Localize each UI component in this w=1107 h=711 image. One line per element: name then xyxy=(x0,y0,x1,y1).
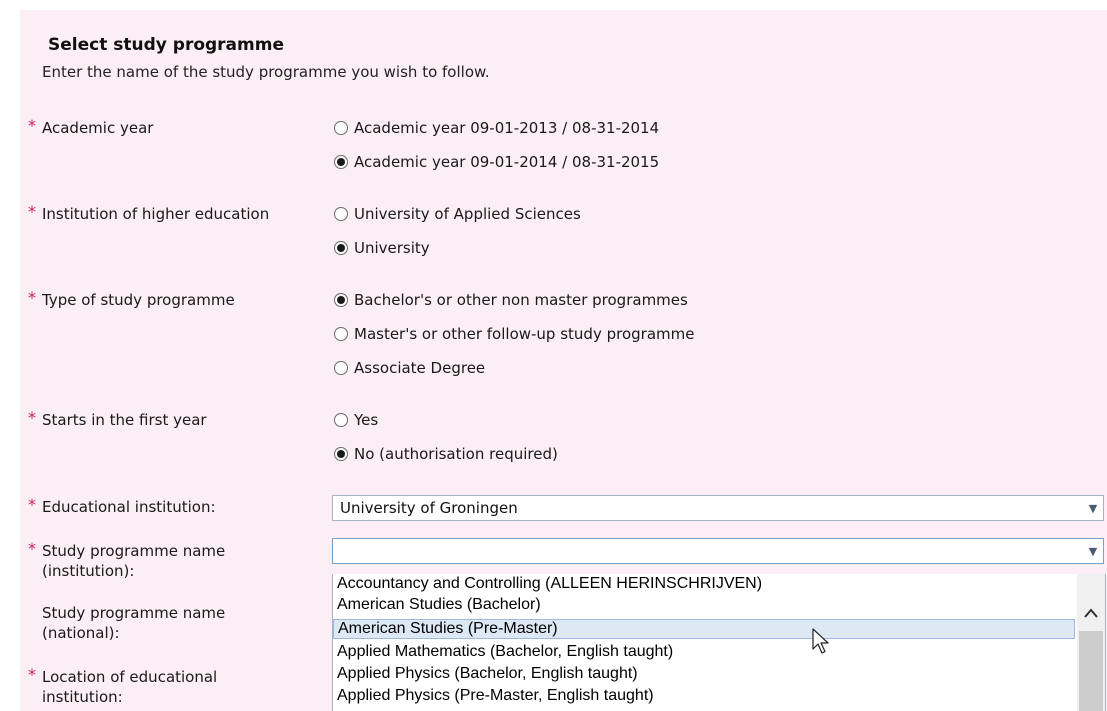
radio-button[interactable] xyxy=(334,121,348,135)
programme-type-option-2[interactable]: Master's or other follow-up study progra… xyxy=(334,323,694,345)
required-mark: * xyxy=(28,408,36,427)
first-year-option-yes[interactable]: Yes xyxy=(334,409,378,431)
required-mark: * xyxy=(28,288,36,307)
dropdown-option[interactable]: Applied Mathematics (Bachelor, English t… xyxy=(337,642,673,662)
chevron-down-icon[interactable]: ▼ xyxy=(1083,496,1103,520)
scrollbar-thumb[interactable] xyxy=(1079,631,1103,711)
required-mark: * xyxy=(28,495,36,514)
required-mark: * xyxy=(28,116,36,135)
educational-institution-label: Educational institution: xyxy=(42,498,216,516)
institution-type-option-1[interactable]: University of Applied Sciences xyxy=(334,203,581,225)
form-title: Select study programme xyxy=(48,35,284,55)
radio-button[interactable] xyxy=(334,327,348,341)
dropdown-scrollbar[interactable] xyxy=(1077,574,1105,711)
dropdown-option[interactable]: Applied Physics (Pre-Master, English tau… xyxy=(337,686,654,706)
radio-button[interactable] xyxy=(334,207,348,221)
institution-type-label: Institution of higher education xyxy=(42,205,270,223)
chevron-down-icon[interactable]: ▼ xyxy=(1083,539,1103,563)
dropdown-option[interactable]: Accountancy and Controlling (ALLEEN HERI… xyxy=(337,574,762,594)
radio-button[interactable] xyxy=(334,241,348,255)
radio-button[interactable] xyxy=(334,155,348,169)
mouse-pointer-icon xyxy=(812,628,829,654)
academic-year-option-2[interactable]: Academic year 09-01-2014 / 08-31-2015 xyxy=(334,151,659,173)
academic-year-option-1[interactable]: Academic year 09-01-2013 / 08-31-2014 xyxy=(334,117,659,139)
dropdown-option[interactable]: Applied Physics (Bachelor, English taugh… xyxy=(337,664,638,684)
dropdown-option[interactable]: American Studies (Bachelor) xyxy=(337,595,541,615)
radio-button[interactable] xyxy=(334,413,348,427)
programme-name-institution-select[interactable]: ▼ xyxy=(332,538,1104,564)
institution-type-option-2[interactable]: University xyxy=(334,237,430,259)
required-mark: * xyxy=(28,539,36,558)
academic-year-label: Academic year xyxy=(42,119,154,137)
chevron-up-icon[interactable] xyxy=(1077,602,1105,624)
dropdown-option-highlighted[interactable]: American Studies (Pre-Master) xyxy=(333,619,1075,639)
required-mark: * xyxy=(28,202,36,221)
radio-button[interactable] xyxy=(334,361,348,375)
selected-value: University of Groningen xyxy=(340,499,518,517)
required-mark: * xyxy=(28,665,36,684)
programme-type-option-1[interactable]: Bachelor's or other non master programme… xyxy=(334,289,688,311)
programme-dropdown-list[interactable]: Accountancy and Controlling (ALLEEN HERI… xyxy=(332,574,1106,711)
programme-name-national-label: Study programme name (national): xyxy=(42,604,226,642)
programme-type-option-3[interactable]: Associate Degree xyxy=(334,357,485,379)
programme-name-institution-label: Study programme name (institution): xyxy=(42,542,226,580)
location-label: Location of educational institution: xyxy=(42,668,218,706)
first-year-option-no[interactable]: No (authorisation required) xyxy=(334,443,558,465)
first-year-label: Starts in the first year xyxy=(42,411,207,429)
form-subtitle: Enter the name of the study programme yo… xyxy=(42,63,490,81)
programme-type-label: Type of study programme xyxy=(42,291,235,309)
educational-institution-select[interactable]: University of Groningen ▼ xyxy=(332,495,1104,521)
radio-button[interactable] xyxy=(334,447,348,461)
radio-button[interactable] xyxy=(334,293,348,307)
